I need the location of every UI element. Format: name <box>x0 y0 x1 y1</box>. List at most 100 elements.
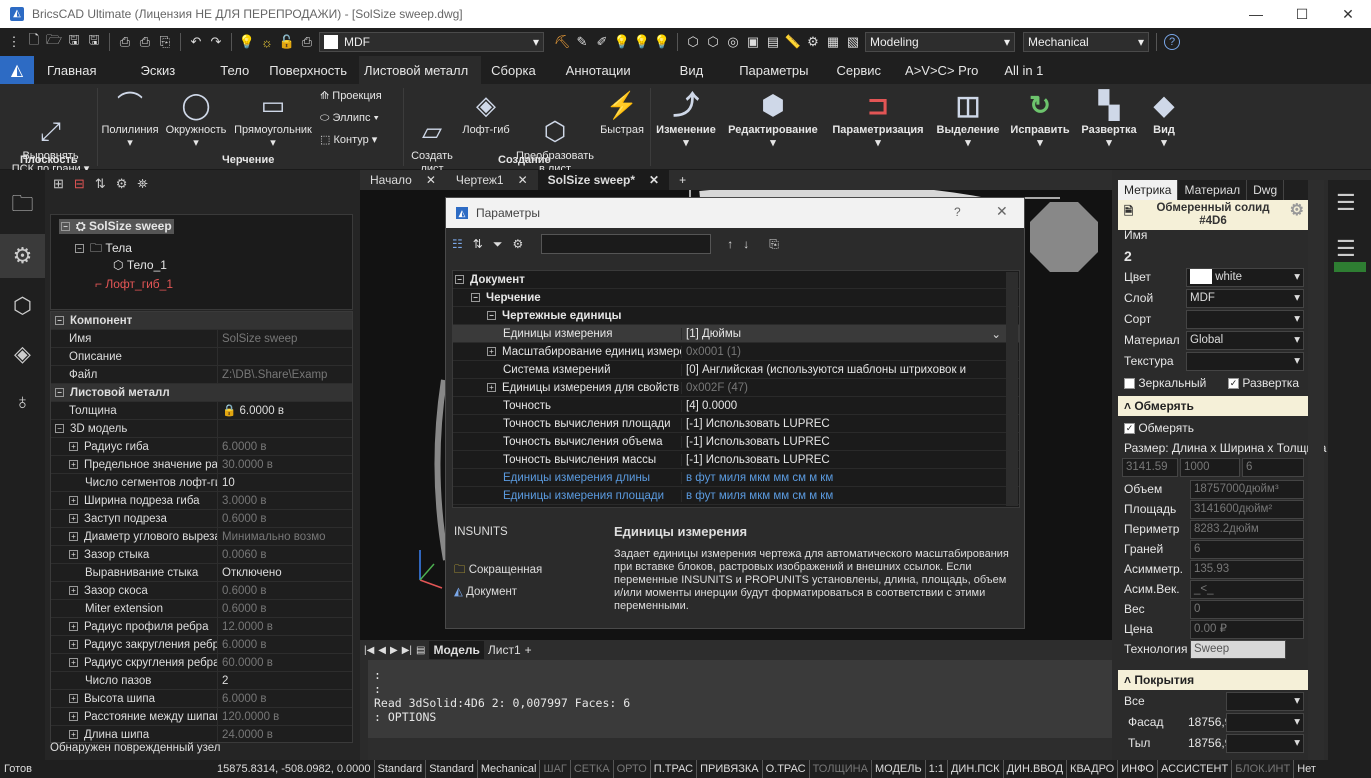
status-toggle[interactable]: Standard <box>373 760 426 778</box>
balloon-icon[interactable]: ♁ <box>0 380 45 424</box>
save-icon[interactable]: 🖫 <box>66 32 82 50</box>
folder-icon[interactable]: 🗀 <box>0 184 45 228</box>
status-toggle[interactable]: ДИН.ПСК <box>946 760 1003 778</box>
redo-icon[interactable]: ↷ <box>208 34 224 50</box>
tab-view[interactable]: Вид <box>658 56 728 84</box>
doc-tab-drawing1[interactable]: Чертеж1 ✕ <box>446 170 538 190</box>
tab-sheet-metal[interactable]: Листовой металл <box>359 56 482 84</box>
layer-walk-icon[interactable]: ✐ <box>594 34 610 50</box>
property-row[interactable]: Выравнивание стыка Отключено <box>51 563 352 582</box>
tab-layout1[interactable]: Лист1 <box>488 643 521 657</box>
status-toggle[interactable]: ОРТО <box>612 760 650 778</box>
status-toggle[interactable]: Нет <box>1293 760 1319 778</box>
tree-expand-icon[interactable]: ⊞ <box>53 176 64 192</box>
metric-value[interactable]: _<_ <box>1190 580 1304 599</box>
open-file-icon[interactable]: 🗁 <box>46 32 62 50</box>
ellipse-button[interactable]: ⬭ Эллипс ▾ <box>320 112 379 125</box>
new-file-icon[interactable]: 🗋 <box>26 32 42 50</box>
tab-metrics[interactable]: Метрика <box>1118 180 1179 200</box>
dialog-search-input[interactable] <box>541 234 712 254</box>
thickness-field[interactable]: 6 <box>1242 458 1304 477</box>
dialog-help-button[interactable]: ? <box>954 205 961 219</box>
category-sheet-metal[interactable]: − Листовой металл <box>51 384 352 402</box>
metric-value[interactable]: 3141600дюйм² <box>1190 500 1304 519</box>
setting-row[interactable]: Точность вычисления площади [-1] Использо… <box>453 415 1019 433</box>
fix-button[interactable]: ↻ Исправить ▾ <box>1006 88 1074 150</box>
texture-dropdown[interactable]: ▾ <box>1186 352 1304 371</box>
setting-row[interactable]: Точность вычисления объема [-1] Использов… <box>453 433 1019 451</box>
setting-row[interactable]: − Черчение <box>453 289 1019 307</box>
close-button[interactable]: ✕ <box>1325 0 1371 28</box>
status-toggle[interactable]: АССИСТЕНТ <box>1157 760 1231 778</box>
sort-az-icon[interactable]: ⇅ <box>473 237 483 251</box>
polyline-button[interactable]: ⌒ Полилиния ▾ <box>100 88 160 150</box>
color-dropdown[interactable]: white ▾ <box>1186 268 1304 287</box>
setting-row[interactable]: Точность [4] 0.0000 <box>453 397 1019 415</box>
tab-surface[interactable]: Поверхность <box>263 56 359 84</box>
tree-bodies[interactable]: − 🗀 Тела <box>75 239 132 260</box>
status-toggle[interactable]: ШАГ <box>539 760 569 778</box>
projection-button[interactable]: ⟰ Проекция <box>320 90 382 103</box>
metric-value[interactable]: 6 <box>1190 540 1304 559</box>
prev-layout-icon[interactable]: ◀ <box>378 645 386 656</box>
browser-settings-icon[interactable]: ⚙ <box>116 176 128 192</box>
property-row[interactable]: + Диаметр углового выреза Минимально возмо <box>51 527 352 546</box>
status-toggle[interactable]: Mechanical <box>476 760 540 778</box>
mechanical-browser-icon[interactable]: ⚙ <box>0 234 45 278</box>
measure-checkbox[interactable]: ✓ Обмерять <box>1124 421 1314 435</box>
save-as-icon[interactable]: 🖫 <box>86 32 102 50</box>
property-row[interactable]: + Ширина подреза гиба 3.0000 в <box>51 491 352 510</box>
status-toggle[interactable]: МОДЕЛЬ <box>870 760 925 778</box>
doc-tab-start[interactable]: Начало ✕ <box>360 170 446 190</box>
close-tab-icon[interactable]: ✕ <box>426 173 436 187</box>
image-icon[interactable]: ▧ <box>845 34 861 50</box>
export-icon[interactable]: ⎘ <box>769 237 779 252</box>
status-toggle[interactable]: ТОЛЩИНА <box>808 760 871 778</box>
status-toggle[interactable]: О.ТРАС <box>761 760 809 778</box>
category-3d-model[interactable]: −3D модель <box>51 419 352 438</box>
grid-icon[interactable]: ▦ <box>825 34 841 50</box>
sort-dropdown[interactable]: ▾ <box>1186 310 1304 329</box>
arrow-down-icon[interactable]: ↓ <box>743 237 749 251</box>
minimize-button[interactable]: — <box>1233 0 1279 28</box>
property-row[interactable]: Файл Z:\DB\.Share\Examp <box>51 365 352 384</box>
tree-loft-feature[interactable]: ⌐ Лофт_гиб_1 <box>95 277 173 291</box>
box-icon[interactable]: ⬡ <box>705 34 721 50</box>
material-dropdown[interactable]: Global ▾ <box>1186 331 1304 350</box>
unfold-button[interactable]: ▚ Развертка ▾ <box>1076 88 1142 150</box>
filter-icon[interactable]: ⏷ <box>493 237 503 252</box>
doc-tab-solsize[interactable]: SolSize sweep* ✕ <box>537 170 670 190</box>
loft-bend-button[interactable]: ◈ Лофт-гиб <box>458 88 514 137</box>
property-row[interactable]: + Радиус скругления ребра 60.0000 в <box>51 653 352 672</box>
property-row[interactable]: + Радиус гиба 6.0000 в <box>51 437 352 456</box>
property-row[interactable]: + Радиус профиля ребра 12.0000 в <box>51 617 352 636</box>
explorer-icon[interactable]: ▤ <box>765 34 781 50</box>
layers-icon[interactable]: ◈ <box>0 332 45 376</box>
add-layout-icon[interactable]: + <box>525 643 532 657</box>
tab-annotate[interactable]: Аннотации <box>552 56 658 84</box>
tab-solid[interactable]: Тело <box>206 56 263 84</box>
name-value[interactable]: 2 <box>1124 248 1314 264</box>
view-button[interactable]: ◆ Вид ▾ <box>1144 88 1184 150</box>
tab-all-in-1[interactable]: All in 1 <box>992 56 1057 84</box>
layer-tool-icon[interactable]: ⛏ <box>554 34 571 50</box>
change-button[interactable]: ⤴ Изменение ▾ <box>652 88 720 150</box>
tree-collapse-icon[interactable]: ⊟ <box>74 176 85 192</box>
metric-value[interactable]: 135.93 <box>1190 560 1304 579</box>
render-icon[interactable]: ◎ <box>725 34 741 50</box>
first-layout-icon[interactable]: |◀ <box>364 645 374 656</box>
setting-row[interactable]: + Единицы измерения для свойств 0x002F (47… <box>453 379 1019 397</box>
property-row[interactable]: + Длина шипа 24.0000 в <box>51 725 352 742</box>
circle-button[interactable]: ◯ Окружность ▾ <box>163 88 229 150</box>
tab-avc-pro[interactable]: A>V>C> Pro <box>895 56 992 84</box>
property-row[interactable]: Число сегментов лофт-гиба10 <box>51 473 352 492</box>
metric-value[interactable]: 8283.2дюйм <box>1190 520 1304 539</box>
print-preview-icon[interactable]: ⎙ <box>117 34 133 50</box>
rectangle-button[interactable]: ▭ Прямоугольник ▾ <box>232 88 314 150</box>
structure-cube-icon[interactable]: ⬡ <box>0 284 45 328</box>
sliders-icon[interactable]: ☰ <box>1336 190 1356 216</box>
setting-row[interactable]: Система измерений [0] Английская (использ… <box>453 361 1019 379</box>
layer-lock-icon[interactable]: 🔓 <box>279 34 295 50</box>
tree-body1[interactable]: ⬡ Тело_1 <box>113 258 167 272</box>
property-row[interactable]: +Предельное значение радиу30.0000 в <box>51 455 352 474</box>
